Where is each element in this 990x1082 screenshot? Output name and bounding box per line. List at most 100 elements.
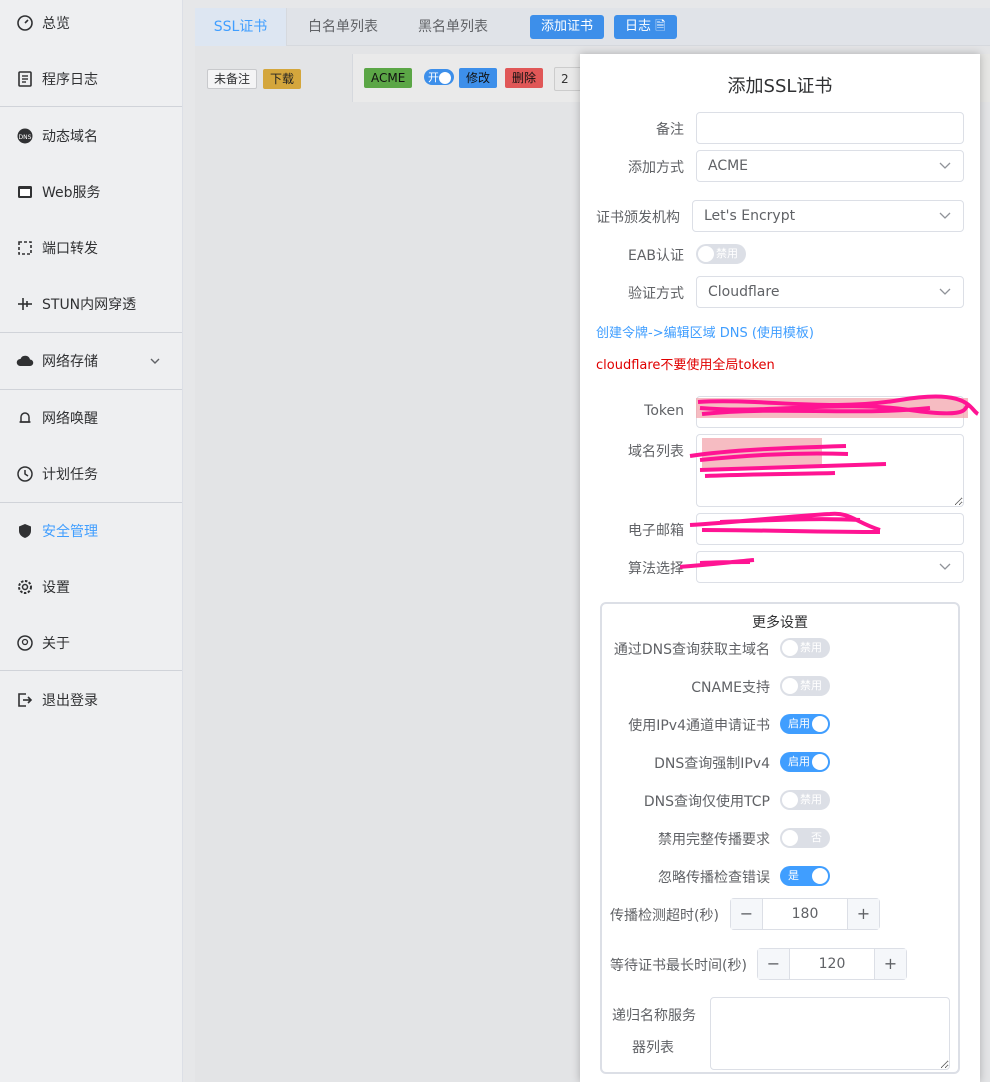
ca-label: 证书颁发机构 (596, 210, 680, 226)
stun-icon (16, 295, 34, 313)
cert-tags: 未备注 下载 (195, 54, 353, 102)
sidebar-item-label: Web服务 (42, 185, 101, 201)
chevron-down-icon (939, 212, 951, 219)
divider (0, 670, 182, 671)
wait-cert-label: 等待证书最长时间(秒) (610, 958, 747, 974)
sidebar-item-logout[interactable]: 退出登录 (0, 680, 182, 720)
disable-propagation-switch[interactable]: 否 (780, 828, 830, 848)
decrement-button[interactable]: − (731, 899, 763, 929)
dns-main-domain-switch[interactable]: 禁用 (780, 638, 830, 658)
ca-value: Let's Encrypt (704, 208, 796, 224)
switch-knob (782, 640, 798, 656)
propagation-timeout-stepper[interactable]: − 180 + (730, 898, 880, 930)
svg-text:DNS: DNS (19, 134, 32, 141)
sidebar-item-logs[interactable]: 程序日志 (0, 59, 182, 99)
switch-label: 使用IPv4通道申请证书 (628, 718, 770, 734)
ipv4-cert-switch[interactable]: 启用 (780, 714, 830, 734)
tab-whitelist[interactable]: 白名单列表 (295, 8, 391, 46)
dns-tcp-only-switch[interactable]: 禁用 (780, 790, 830, 810)
switch-label: 通过DNS查询获取主域名 (613, 642, 770, 658)
sidebar-item-port-forward[interactable]: 端口转发 (0, 228, 182, 268)
shield-icon (16, 522, 34, 540)
create-token-link[interactable]: 创建令牌->编辑区域 DNS (使用模板) (596, 322, 814, 341)
verify-label: 验证方式 (628, 286, 684, 302)
switch-knob (698, 246, 714, 262)
remark-label: 备注 (656, 122, 684, 138)
algorithm-select[interactable] (696, 551, 964, 583)
token-label: Token (644, 403, 684, 419)
sidebar-item-security[interactable]: 安全管理 (0, 511, 182, 551)
add-method-value: ACME (708, 158, 749, 174)
tab-blacklist[interactable]: 黑名单列表 (407, 8, 499, 46)
stepper-value[interactable]: 180 (763, 899, 847, 929)
dns-icon: DNS (16, 127, 34, 145)
port-forward-icon (16, 239, 34, 257)
token-input[interactable] (696, 396, 964, 428)
increment-button[interactable]: + (874, 949, 906, 979)
switch-label: 忽略传播检查错误 (658, 870, 770, 886)
document-icon: 🗎 (655, 19, 666, 34)
increment-button[interactable]: + (847, 899, 879, 929)
stepper-value[interactable]: 120 (790, 949, 874, 979)
propagation-timeout-label: 传播检测超时(秒) (610, 908, 719, 924)
switch-label: 禁用完整传播要求 (658, 832, 770, 848)
clock-icon (16, 465, 34, 483)
delete-button[interactable]: 删除 (505, 68, 544, 88)
sidebar-item-label: 网络存储 (42, 354, 98, 370)
chevron-down-icon (939, 162, 951, 169)
sidebar-item-stun[interactable]: STUN内网穿透 (0, 284, 182, 324)
sidebar-item-web[interactable]: Web服务 (0, 172, 182, 212)
decrement-button[interactable]: − (758, 949, 790, 979)
log-label: 日志 (625, 19, 652, 34)
cname-switch[interactable]: 禁用 (780, 676, 830, 696)
enable-switch[interactable]: 开 (424, 69, 454, 85)
sidebar-item-ddns[interactable]: DNS 动态域名 (0, 116, 182, 156)
switch-text: 开 (428, 71, 439, 84)
sidebar-item-storage[interactable]: 网络存储 (0, 341, 182, 381)
add-cert-button[interactable]: 添加证书 (530, 15, 605, 39)
sidebar-item-about[interactable]: 关于 (0, 623, 182, 663)
chevron-down-icon[interactable] (148, 354, 162, 368)
log-button[interactable]: 日志 🗎 (614, 15, 677, 39)
switch-text: 禁用 (800, 679, 822, 692)
sidebar-item-label: 总览 (42, 16, 70, 32)
eab-switch[interactable]: 禁用 (696, 244, 746, 264)
sidebar-item-wol[interactable]: 网络唤醒 (0, 398, 182, 438)
switch-knob (812, 754, 828, 770)
add-method-label: 添加方式 (628, 160, 684, 176)
switch-knob (812, 868, 828, 884)
download-button[interactable]: 下载 (263, 69, 302, 89)
log-icon (16, 70, 34, 88)
eab-label: EAB认证 (627, 248, 684, 264)
sidebar-item-label: 网络唤醒 (42, 411, 98, 427)
sidebar-item-label: 设置 (42, 580, 70, 596)
gear-icon (16, 578, 34, 596)
edit-button[interactable]: 修改 (459, 68, 498, 88)
divider (0, 502, 182, 503)
dns-force-ipv4-switch[interactable]: 启用 (780, 752, 830, 772)
sidebar-item-label: 计划任务 (42, 467, 98, 483)
ca-select[interactable]: Let's Encrypt (692, 200, 964, 232)
ignore-propagation-error-switch[interactable]: 是 (780, 866, 830, 886)
remark-input[interactable] (696, 112, 964, 144)
verify-value: Cloudflare (708, 284, 780, 300)
add-method-select[interactable]: ACME (696, 150, 964, 182)
sidebar-item-overview[interactable]: 总览 (0, 3, 182, 43)
verify-select[interactable]: Cloudflare (696, 276, 964, 308)
divider (0, 332, 182, 333)
recursive-ns-textarea[interactable] (710, 997, 950, 1070)
switch-knob (782, 830, 798, 846)
email-input[interactable] (696, 513, 964, 545)
sidebar-item-schedule[interactable]: 计划任务 (0, 454, 182, 494)
wait-cert-stepper[interactable]: − 120 + (757, 948, 907, 980)
algorithm-label: 算法选择 (628, 561, 684, 577)
switch-knob (782, 678, 798, 694)
about-icon (16, 634, 34, 652)
domains-textarea[interactable] (696, 434, 964, 507)
sidebar-item-settings[interactable]: 设置 (0, 567, 182, 607)
tab-ssl[interactable]: SSL证书 (195, 8, 287, 46)
global-token-warning: cloudflare不要使用全局token (596, 358, 775, 373)
add-ssl-dialog: 添加SSL证书 备注 添加方式 ACME 证书颁发机构 Let's Encryp… (580, 54, 980, 1082)
sidebar-item-label: 程序日志 (42, 72, 98, 88)
tab-bar: SSL证书 白名单列表 黑名单列表 添加证书 日志 🗎 (195, 8, 990, 46)
